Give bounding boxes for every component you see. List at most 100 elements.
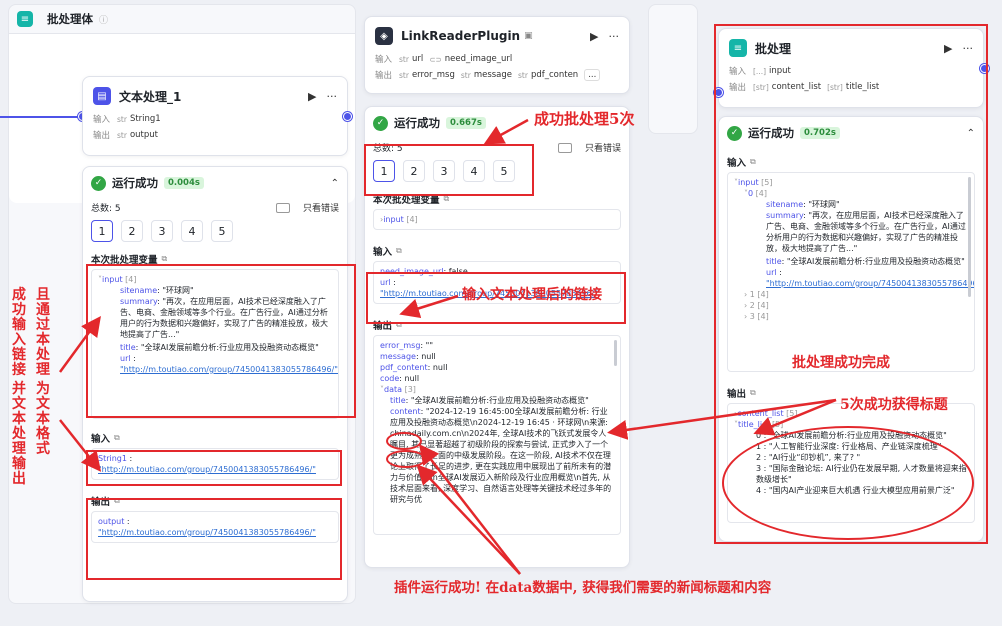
param-name: error_msg	[411, 70, 455, 80]
copy-icon[interactable]: ⧉	[114, 433, 120, 443]
annotation-batch-done: 批处理成功完成	[792, 355, 890, 371]
input-label: 输入	[729, 67, 747, 77]
more-icon[interactable]: ···	[963, 42, 974, 55]
only-errors-checkbox[interactable]: 只看错误	[550, 141, 621, 154]
info-icon: ⓘ	[99, 15, 109, 26]
only-errors-checkbox[interactable]: 只看错误	[268, 201, 339, 214]
run-icon[interactable]: ▶	[308, 90, 316, 103]
scrollbar[interactable]	[968, 177, 971, 297]
input-box: ˅input [5] ˅0 [4] sitename: "环球网" summar…	[727, 172, 975, 372]
batch-node[interactable]: ≡ 批处理 ▶ ··· 输入 [...] input 输出 [str] conten…	[718, 28, 984, 108]
section-title: 输出	[373, 321, 393, 332]
more-params[interactable]: ...	[584, 69, 601, 81]
section-title: 本次批处理变量	[373, 195, 440, 206]
text-process-node[interactable]: ▤ 文本处理_1 ▶ ··· 输入 str String1 输出 str outpu…	[82, 76, 348, 156]
node-title: 文本处理_1	[119, 89, 182, 104]
page-button[interactable]: 2	[403, 160, 425, 182]
success-icon: ✓	[727, 125, 742, 141]
copy-icon[interactable]: ⧉	[750, 157, 756, 167]
title-item: 0 : "全球AI发展前瞻分析:行业应用及投融资动态概览"	[756, 431, 947, 440]
section-title: 输出	[91, 497, 111, 508]
section-title: 输出	[727, 389, 747, 400]
page-button[interactable]: 1	[91, 220, 113, 242]
annotation-link-input: 输入文本处理后的链接	[462, 287, 602, 303]
title-item: 3 : "国际金融论坛: AI行业仍在发展早期, 人才数量将迎来指数级增长"	[756, 464, 967, 484]
param-name: output	[129, 130, 158, 140]
batch-in-port[interactable]	[714, 88, 723, 97]
text-result-panel: ✓ 运行成功 0.004s ⌃ 总数: 5 只看错误 1 2 3 4 5 本次批…	[82, 166, 348, 602]
copy-icon[interactable]: ⧉	[444, 194, 450, 204]
output-box: ›content_list [5] ˅title_list [5] 0 : "全…	[727, 403, 975, 523]
copy-icon[interactable]: ⧉	[114, 496, 120, 506]
total-count: 总数: 5	[91, 204, 121, 214]
batch-vars-box: ˅input [4] sitename: "环球网" summary: "再次，…	[91, 269, 339, 419]
node-title: 批处理	[755, 41, 792, 56]
canvas-panel-right	[648, 4, 698, 134]
plugin-icon: ◈	[375, 27, 393, 45]
copy-icon[interactable]: ⧉	[162, 254, 168, 264]
param-name: input	[769, 66, 791, 76]
section-title: 本次批处理变量	[91, 255, 158, 266]
run-status: 运行成功	[394, 116, 440, 130]
batch-body-title: 批处理体	[47, 12, 93, 26]
output-box: output : "http://m.toutiao.com/group/745…	[91, 511, 339, 543]
annotation-left-col2: 且通过本处理	[36, 287, 50, 378]
type-tag: str	[117, 114, 127, 124]
url-link[interactable]: "http://m.toutiao.com/group/745004138305…	[766, 279, 974, 288]
page-button[interactable]: 4	[181, 220, 203, 242]
annotation-left-col4: 为文本格式	[36, 381, 50, 457]
param-name: pdf_conten	[530, 70, 579, 80]
param-name: message	[473, 70, 513, 80]
batch-icon: ≡	[17, 11, 33, 27]
chevron-up-icon[interactable]: ⌃	[331, 178, 339, 189]
link-reader-node[interactable]: ◈ LinkReaderPlugin ▣ ▶ ··· 输入 str url ⊂⊃ n…	[364, 16, 630, 94]
more-icon[interactable]: ···	[327, 90, 338, 103]
text-node-out-port[interactable]	[343, 112, 352, 121]
page-button[interactable]: 4	[463, 160, 485, 182]
run-icon[interactable]: ▶	[944, 42, 952, 55]
batch-icon: ≡	[729, 39, 747, 57]
output-label: 输出	[375, 71, 393, 81]
scrollbar[interactable]	[614, 340, 617, 366]
copy-icon[interactable]: ⧉	[750, 388, 756, 398]
input-label: 输入	[375, 55, 393, 65]
text-process-icon: ▤	[93, 87, 111, 105]
output-label: 输出	[93, 131, 111, 141]
output-label: 输出	[729, 83, 747, 93]
page-button[interactable]: 2	[121, 220, 143, 242]
type-tag: str	[117, 130, 127, 140]
url-link[interactable]: "http://m.toutiao.com/group/745004138305…	[120, 365, 338, 374]
title-item: 1 : "人工智能行业深度: 行业格局、产业链深度梳理"	[756, 442, 942, 451]
url-link[interactable]: "http://m.toutiao.com/group/745004138305…	[98, 528, 316, 537]
section-title: 输入	[373, 247, 393, 258]
batch-out-port[interactable]	[980, 64, 989, 73]
input-label: 输入	[93, 115, 111, 125]
annotation-titles5: 5次成功获得标题	[840, 397, 948, 413]
page-button[interactable]: 1	[373, 160, 395, 182]
batch-result-panel: ✓ 运行成功 0.702s ⌃ 输入 ⧉ ˅input [5] ˅0 [4] si…	[718, 116, 984, 542]
copy-icon[interactable]: ⧉	[396, 320, 402, 330]
annotation-batch5: 成功批处理5次	[534, 110, 635, 128]
run-icon[interactable]: ▶	[590, 30, 598, 43]
param-name: content_list	[771, 82, 822, 92]
run-time-badge: 0.667s	[446, 117, 486, 129]
more-icon[interactable]: ···	[609, 30, 620, 43]
input-box: String1 : "http://m.toutiao.com/group/74…	[91, 448, 339, 480]
copy-icon[interactable]: ⧉	[396, 246, 402, 256]
page-button[interactable]: 3	[433, 160, 455, 182]
connection-line	[0, 116, 82, 118]
toggle-icon: ⊂⊃	[429, 54, 442, 64]
title-item: 4 : "国内AI产业迎来巨大机遇 行业大模型应用前景广泛"	[756, 486, 955, 495]
success-icon: ✓	[91, 175, 106, 191]
page-button[interactable]: 5	[211, 220, 233, 242]
page-button[interactable]: 5	[493, 160, 515, 182]
chevron-up-icon[interactable]: ⌃	[967, 128, 975, 139]
page-button[interactable]: 3	[151, 220, 173, 242]
node-title: LinkReaderPlugin	[401, 29, 521, 43]
run-time-badge: 0.004s	[164, 177, 204, 189]
run-time-badge: 0.702s	[800, 127, 840, 139]
batch-vars-box: ›input [4]	[373, 209, 621, 230]
url-link[interactable]: "http://m.toutiao.com/group/745004138305…	[98, 465, 316, 474]
batch-pagination: 1 2 3 4 5	[365, 156, 629, 186]
annotation-left-col1: 成功输入链接	[12, 287, 26, 378]
